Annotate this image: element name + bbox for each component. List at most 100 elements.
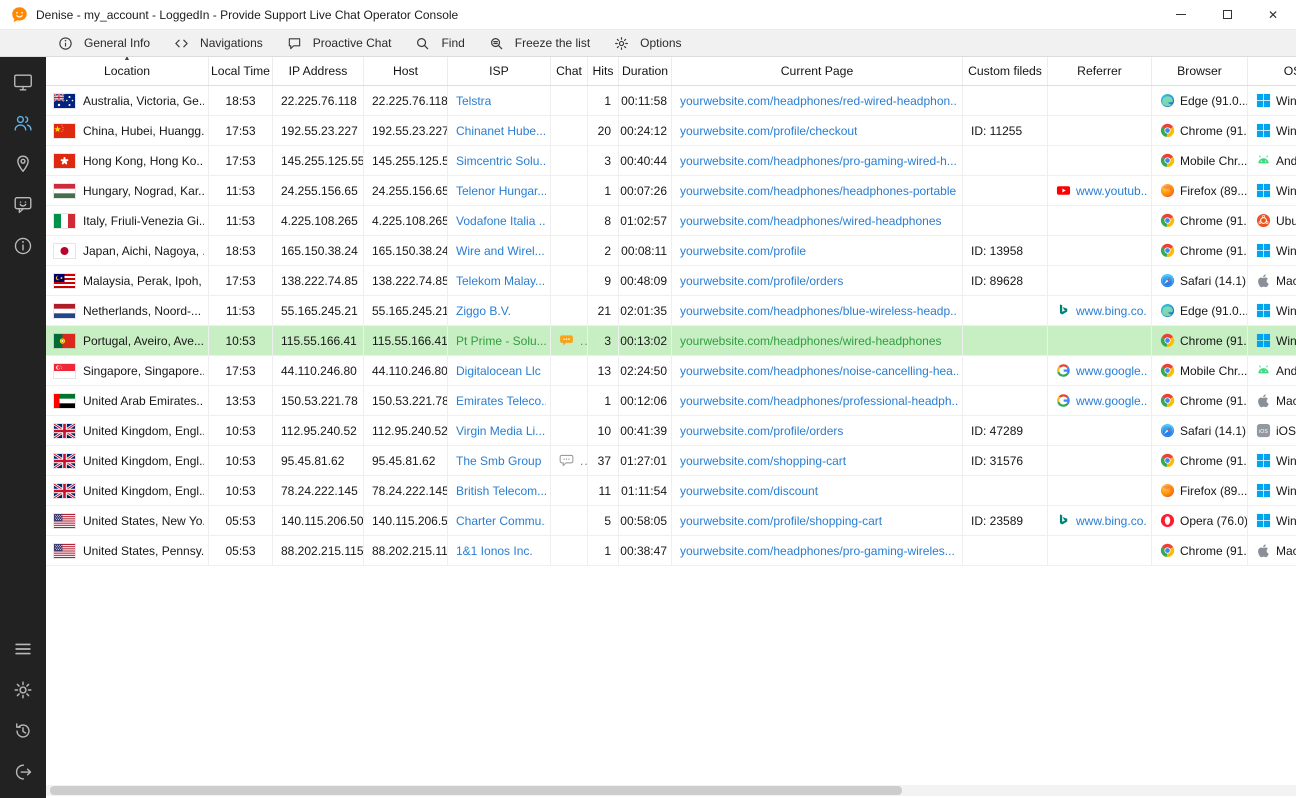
isp-link[interactable]: Charter Commu... xyxy=(456,514,546,528)
current-page-link[interactable]: yourwebsite.com/shopping-cart xyxy=(680,454,846,468)
column-header-duration[interactable]: Duration xyxy=(619,57,672,85)
cell-custom-fields: ID: 11255 xyxy=(963,116,1048,145)
referrer-link[interactable]: www.bing.co... xyxy=(1076,514,1147,528)
visitor-row[interactable]: United States, Pennsy...05:5388.202.215.… xyxy=(46,536,1296,566)
maximize-button[interactable] xyxy=(1204,0,1250,30)
column-header-ip-address[interactable]: IP Address xyxy=(273,57,364,85)
isp-link[interactable]: Chinanet Hube... xyxy=(456,124,546,138)
visitor-row[interactable]: Portugal, Aveiro, Ave...10:53115.55.166.… xyxy=(46,326,1296,356)
column-header-chat[interactable]: Chat xyxy=(551,57,588,85)
current-page-link[interactable]: yourwebsite.com/headphones/professional-… xyxy=(680,394,958,408)
visitor-row[interactable]: Japan, Aichi, Nagoya, ...18:53165.150.38… xyxy=(46,236,1296,266)
isp-link[interactable]: Virgin Media Li... xyxy=(456,424,545,438)
current-page-link[interactable]: yourwebsite.com/headphones/pro-gaming-wi… xyxy=(680,544,955,558)
column-header-location[interactable]: ▲Location xyxy=(46,57,209,85)
isp-link[interactable]: The Smb Group xyxy=(456,454,541,468)
column-header-hits[interactable]: Hits xyxy=(588,57,619,85)
toolbar-proactive-chat-button[interactable]: Proactive Chat xyxy=(275,30,404,56)
current-page-link[interactable]: yourwebsite.com/profile/checkout xyxy=(680,124,857,138)
close-button[interactable]: ✕ xyxy=(1250,0,1296,30)
cell-hits: 5 xyxy=(588,506,619,535)
sidebar-settings-button[interactable] xyxy=(0,669,46,710)
sidebar-menu-button[interactable] xyxy=(0,628,46,669)
visitor-row[interactable]: United Kingdom, Engl...10:5395.45.81.629… xyxy=(46,446,1296,476)
horizontal-scrollbar[interactable] xyxy=(46,785,1296,796)
sidebar-logout-button[interactable] xyxy=(0,751,46,792)
isp-link[interactable]: Digitalocean Llc xyxy=(456,364,541,378)
column-header-current-page[interactable]: Current Page xyxy=(672,57,963,85)
minimize-button[interactable] xyxy=(1158,0,1204,30)
sidebar-map-pin-button[interactable] xyxy=(0,143,46,184)
scrollbar-thumb[interactable] xyxy=(50,786,902,795)
column-header-referrer[interactable]: Referrer xyxy=(1048,57,1152,85)
sidebar-history-button[interactable] xyxy=(0,710,46,751)
column-header-os[interactable]: OS xyxy=(1248,57,1296,85)
isp-link[interactable]: Telenor Hungar... xyxy=(456,184,546,198)
isp-link[interactable]: Vodafone Italia ... xyxy=(456,214,546,228)
visitor-row[interactable]: Singapore, Singapore...17:5344.110.246.8… xyxy=(46,356,1296,386)
toolbar-freeze-the-list-button[interactable]: Freeze the list xyxy=(477,30,602,56)
visitor-row[interactable]: Malaysia, Perak, Ipoh, ...17:53138.222.7… xyxy=(46,266,1296,296)
visitor-row[interactable]: Hungary, Nograd, Kar...11:5324.255.156.6… xyxy=(46,176,1296,206)
visitor-row[interactable]: United Kingdom, Engl...10:5378.24.222.14… xyxy=(46,476,1296,506)
visitor-row[interactable]: United Arab Emirates...13:53150.53.221.7… xyxy=(46,386,1296,416)
visitor-row[interactable]: Hong Kong, Hong Ko...17:53145.255.125.55… xyxy=(46,146,1296,176)
current-page-link[interactable]: yourwebsite.com/headphones/pro-gaming-wi… xyxy=(680,154,957,168)
column-header-browser[interactable]: Browser xyxy=(1152,57,1248,85)
visitor-row[interactable]: Italy, Friuli-Venezia Gi...11:534.225.10… xyxy=(46,206,1296,236)
current-page-link[interactable]: yourwebsite.com/headphones/noise-cancell… xyxy=(680,364,958,378)
referrer-link[interactable]: www.google... xyxy=(1076,394,1147,408)
column-header-isp[interactable]: ISP xyxy=(448,57,551,85)
titlebar[interactable]: Denise - my_account - LoggedIn - Provide… xyxy=(0,0,1296,30)
isp-link[interactable]: Telstra xyxy=(456,94,491,108)
toolbar-find-button[interactable]: Find xyxy=(403,30,476,56)
current-page-link[interactable]: yourwebsite.com/discount xyxy=(680,484,818,498)
current-page-link[interactable]: yourwebsite.com/headphones/wired-headpho… xyxy=(680,334,942,348)
browser-label: Mobile Chr... xyxy=(1180,364,1247,378)
flag-my-icon xyxy=(54,274,75,288)
toolbar-general-info-label: General Info xyxy=(84,36,150,50)
visitor-row[interactable]: Australia, Victoria, Ge...18:5322.225.76… xyxy=(46,86,1296,116)
column-header-custom-fileds[interactable]: Custom fileds xyxy=(963,57,1048,85)
maximize-icon xyxy=(1223,10,1232,19)
cell-browser: Chrome (91... xyxy=(1152,446,1248,475)
isp-link[interactable]: Telekom Malay... xyxy=(456,274,545,288)
current-page-link[interactable]: yourwebsite.com/profile/orders xyxy=(680,274,843,288)
referrer-link[interactable]: www.bing.co... xyxy=(1076,304,1147,318)
isp-link[interactable]: Emirates Teleco... xyxy=(456,394,546,408)
sidebar-visitors-button[interactable] xyxy=(0,102,46,143)
current-page-link[interactable]: yourwebsite.com/headphones/wired-headpho… xyxy=(680,214,942,228)
current-page-link[interactable]: yourwebsite.com/headphones/blue-wireless… xyxy=(680,304,958,318)
location-label: Portugal, Aveiro, Ave... xyxy=(83,334,204,348)
isp-link[interactable]: Simcentric Solu... xyxy=(456,154,546,168)
isp-link[interactable]: 1&1 Ionos Inc. xyxy=(456,544,533,558)
toolbar-options-button[interactable]: Options xyxy=(602,30,693,56)
column-header-label: Location xyxy=(104,64,150,78)
cell-os: And... xyxy=(1248,356,1296,385)
toolbar-general-info-button[interactable]: General Info xyxy=(46,30,162,56)
sidebar-chat-smiley-button[interactable] xyxy=(0,184,46,225)
visitor-row[interactable]: United States, New Yo...05:53140.115.206… xyxy=(46,506,1296,536)
visitor-row[interactable]: Netherlands, Noord-...11:5355.165.245.21… xyxy=(46,296,1296,326)
isp-link[interactable]: Pt Prime - Solu... xyxy=(456,334,546,348)
column-header-local-time[interactable]: Local Time xyxy=(209,57,273,85)
cell-host: 138.222.74.85 xyxy=(364,266,448,295)
isp-link[interactable]: Ziggo B.V. xyxy=(456,304,511,318)
sidebar-bottom-icons xyxy=(0,628,46,798)
current-page-link[interactable]: yourwebsite.com/headphones/red-wired-hea… xyxy=(680,94,958,108)
current-page-link[interactable]: yourwebsite.com/headphones/headphones-po… xyxy=(680,184,956,198)
visitor-row[interactable]: United Kingdom, Engl...10:53112.95.240.5… xyxy=(46,416,1296,446)
current-page-link[interactable]: yourwebsite.com/profile/orders xyxy=(680,424,843,438)
toolbar-navigations-button[interactable]: Navigations xyxy=(162,30,275,56)
isp-link[interactable]: Wire and Wirel... xyxy=(456,244,545,258)
referrer-link[interactable]: www.youtub... xyxy=(1076,184,1147,198)
sidebar-info-button[interactable] xyxy=(0,225,46,266)
sidebar-console-button[interactable] xyxy=(0,61,46,102)
cell-local-time: 05:53 xyxy=(209,506,273,535)
isp-link[interactable]: British Telecom... xyxy=(456,484,546,498)
visitor-row[interactable]: China, Hubei, Huangg...17:53192.55.23.22… xyxy=(46,116,1296,146)
referrer-link[interactable]: www.google... xyxy=(1076,364,1147,378)
current-page-link[interactable]: yourwebsite.com/profile xyxy=(680,244,806,258)
column-header-host[interactable]: Host xyxy=(364,57,448,85)
current-page-link[interactable]: yourwebsite.com/profile/shopping-cart xyxy=(680,514,882,528)
